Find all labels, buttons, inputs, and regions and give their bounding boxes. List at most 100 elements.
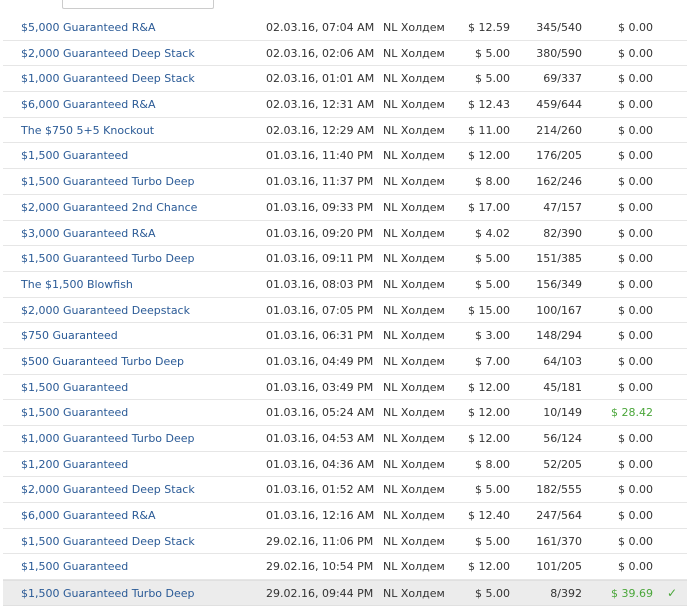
tournament-name-link[interactable]: $5,000 Guaranteed R&A [21, 15, 156, 40]
table-row[interactable]: The $1,500 Blowfish 01.03.16, 08:03 PM NL … [3, 272, 687, 298]
prize-amount: $ 0.00 [618, 329, 653, 343]
place-of-players: 247/564 [536, 509, 582, 523]
tournament-name-link[interactable]: The $750 5+5 Knockout [21, 118, 154, 143]
place-of-players: 151/385 [536, 252, 582, 266]
place-of-players: 56/124 [543, 432, 582, 445]
tournament-name-link[interactable]: $2,000 Guaranteed Deepstack [21, 298, 190, 323]
place-of-players: 10/149 [543, 406, 582, 420]
tournament-date: 02.03.16, 12:29 AM [266, 123, 375, 137]
tournament-date: 01.03.16, 09:11 PM [266, 252, 374, 266]
prize-amount: $ 0.00 [618, 380, 653, 394]
tournament-name-link[interactable]: $6,000 Guaranteed R&A [21, 92, 156, 117]
prize-amount: $ 0.00 [618, 354, 653, 368]
place-of-players: 52/205 [543, 457, 582, 471]
prize-amount: $ 0.00 [618, 252, 653, 266]
tournament-name-link[interactable]: $1,500 Guaranteed Turbo Deep [21, 169, 195, 194]
game-type: NL Холдем [383, 21, 445, 34]
buy-in: $ 5.00 [475, 277, 510, 291]
table-row[interactable]: $1,000 Guaranteed Deep Stack 02.03.16, 01… [3, 66, 687, 93]
prize-amount: $ 28.42 [611, 406, 653, 420]
tournament-name-link[interactable]: $1,500 Guaranteed [21, 554, 128, 579]
table-row[interactable]: $1,500 Guaranteed Turbo Deep 29.02.16, 09… [3, 580, 687, 606]
tournament-date: 01.03.16, 03:49 PM [266, 380, 374, 394]
tournament-date: 02.03.16, 01:01 AM [266, 72, 375, 86]
buy-in: $ 12.40 [468, 509, 510, 523]
tournament-name-link[interactable]: $1,500 Guaranteed [21, 400, 128, 425]
tournament-date: 01.03.16, 01:52 AM [266, 483, 375, 497]
buy-in: $ 11.00 [468, 123, 510, 137]
buy-in: $ 5.00 [475, 252, 510, 266]
tournament-name-link[interactable]: $1,500 Guaranteed [21, 143, 128, 168]
prize-amount: $ 0.00 [618, 303, 653, 317]
buy-in: $ 12.43 [468, 98, 510, 112]
tournament-name-link[interactable]: $3,000 Guaranteed R&A [21, 221, 156, 246]
place-of-players: 214/260 [536, 123, 582, 137]
tournament-date: 01.03.16, 11:40 PM [266, 149, 374, 163]
prize-amount: $ 0.00 [618, 226, 653, 240]
table-row[interactable]: $2,000 Guaranteed Deep Stack 01.03.16, 01… [3, 477, 687, 504]
tournament-name-link[interactable]: $6,000 Guaranteed R&A [21, 503, 156, 528]
prize-amount: $ 0.00 [618, 149, 653, 163]
tournament-name-link[interactable]: $1,000 Guaranteed Deep Stack [21, 66, 195, 91]
buy-in: $ 5.00 [475, 534, 510, 548]
place-of-players: 176/205 [536, 149, 582, 163]
tournament-name-link[interactable]: $2,000 Guaranteed Deep Stack [21, 477, 195, 502]
prize-amount: $ 0.00 [618, 509, 653, 523]
table-row[interactable]: $2,000 Guaranteed Deep Stack 02.03.16, 02… [3, 41, 687, 67]
table-row[interactable]: $5,000 Guaranteed R&A 02.03.16, 07:04 AM N… [3, 15, 687, 41]
buy-in: $ 12.00 [468, 432, 510, 445]
table-row[interactable]: $1,000 Guaranteed Turbo Deep 01.03.16, 04… [3, 426, 687, 452]
tournament-name-link[interactable]: $500 Guaranteed Turbo Deep [21, 349, 184, 374]
buy-in: $ 5.00 [475, 46, 510, 60]
place-of-players: 69/337 [543, 72, 582, 86]
buy-in: $ 4.02 [475, 226, 510, 240]
tournament-name-link[interactable]: The $1,500 Blowfish [21, 272, 133, 297]
table-row[interactable]: The $750 5+5 Knockout 02.03.16, 12:29 AM N… [3, 118, 687, 144]
table-row[interactable]: $1,200 Guaranteed 01.03.16, 04:36 AM NL Хо… [3, 452, 687, 478]
game-type: NL Холдем [383, 483, 445, 497]
table-row[interactable]: $1,500 Guaranteed 01.03.16, 05:24 AM NL Хо… [3, 400, 687, 426]
table-row[interactable]: $1,500 Guaranteed 01.03.16, 11:40 PM NL Хо… [3, 143, 687, 170]
table-row[interactable]: $6,000 Guaranteed R&A 01.03.16, 12:16 AM N… [3, 503, 687, 529]
tournament-name-link[interactable]: $1,500 Guaranteed Deep Stack [21, 529, 195, 554]
tournament-name-link[interactable]: $750 Guaranteed [21, 323, 118, 348]
table-row[interactable]: $2,000 Guaranteed Deepstack 01.03.16, 07:… [3, 298, 687, 324]
game-type: NL Холдем [383, 72, 445, 86]
table-row[interactable]: $1,500 Guaranteed Turbo Deep 01.03.16, 11… [3, 169, 687, 195]
prize-amount: $ 0.00 [618, 46, 653, 60]
game-type: NL Холдем [383, 432, 445, 445]
game-type: NL Холдем [383, 277, 445, 291]
tournament-date: 01.03.16, 09:33 PM [266, 200, 374, 214]
table-row[interactable]: $2,000 Guaranteed 2nd Chance 01.03.16, 09… [3, 195, 687, 221]
tournament-date: 01.03.16, 11:37 PM [266, 175, 374, 189]
tournament-name-link[interactable]: $1,000 Guaranteed Turbo Deep [21, 426, 195, 451]
game-type: NL Холдем [383, 226, 445, 240]
tournament-name-link[interactable]: $2,000 Guaranteed Deep Stack [21, 41, 195, 66]
tournament-name-link[interactable]: $1,500 Guaranteed Turbo Deep [21, 246, 195, 271]
prize-amount: $ 0.00 [618, 72, 653, 86]
game-type: NL Холдем [383, 457, 445, 471]
table-row[interactable]: $1,500 Guaranteed 29.02.16, 10:54 PM NL Хо… [3, 554, 687, 581]
table-row[interactable]: $750 Guaranteed 01.03.16, 06:31 PM NL Холд… [3, 323, 687, 349]
table-row[interactable]: $1,500 Guaranteed Deep Stack 29.02.16, 11… [3, 529, 687, 555]
tournament-name-link[interactable]: $1,500 Guaranteed [21, 375, 128, 400]
tournament-name-link[interactable]: $1,200 Guaranteed [21, 452, 128, 477]
tournament-name-link[interactable]: $1,500 Guaranteed Turbo Deep [21, 581, 195, 606]
tournament-date: 02.03.16, 07:04 AM [266, 21, 375, 34]
tournament-date: 01.03.16, 04:36 AM [266, 457, 375, 471]
filter-input-box[interactable] [62, 0, 214, 9]
buy-in: $ 8.00 [475, 175, 510, 189]
game-type: NL Холдем [383, 534, 445, 548]
table-row[interactable]: $1,500 Guaranteed Turbo Deep 01.03.16, 09… [3, 246, 687, 272]
tournament-date: 01.03.16, 04:53 AM [266, 432, 375, 445]
tournament-date: 29.02.16, 09:44 PM [266, 587, 374, 601]
prize-amount: $ 0.00 [618, 21, 653, 34]
prize-amount: $ 0.00 [618, 432, 653, 445]
game-type: NL Холдем [383, 200, 445, 214]
tournament-name-link[interactable]: $2,000 Guaranteed 2nd Chance [21, 195, 197, 220]
table-row[interactable]: $500 Guaranteed Turbo Deep 01.03.16, 04:4… [3, 349, 687, 375]
table-row[interactable]: $1,500 Guaranteed 01.03.16, 03:49 PM NL Хо… [3, 375, 687, 401]
table-row[interactable]: $6,000 Guaranteed R&A 02.03.16, 12:31 AM N… [3, 92, 687, 118]
tournament-date: 02.03.16, 02:06 AM [266, 46, 375, 60]
table-row[interactable]: $3,000 Guaranteed R&A 01.03.16, 09:20 PM N… [3, 221, 687, 247]
